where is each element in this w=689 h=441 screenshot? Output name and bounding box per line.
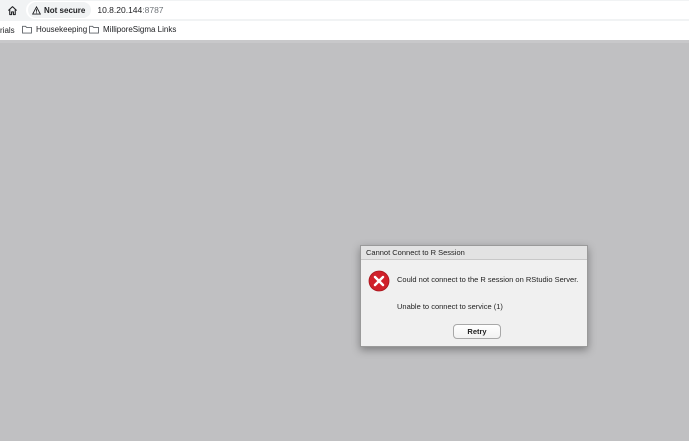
page-content-area bbox=[0, 40, 689, 441]
security-label: Not secure bbox=[44, 5, 86, 15]
omnibox[interactable]: Not secure 10.8.20.144:8787 bbox=[26, 1, 689, 19]
warning-triangle-icon bbox=[32, 5, 41, 15]
url-text[interactable]: 10.8.20.144:8787 bbox=[97, 5, 163, 15]
home-button[interactable] bbox=[5, 3, 20, 18]
url-port: :8787 bbox=[142, 5, 164, 15]
retry-button[interactable]: Retry bbox=[453, 324, 501, 339]
page-top-strip bbox=[0, 40, 689, 43]
bookmark-truncated[interactable]: rials bbox=[0, 26, 15, 35]
bookmark-label: MilliporeSigma Links bbox=[103, 25, 177, 34]
error-x-icon bbox=[368, 270, 390, 292]
bookmark-label: Housekeeping bbox=[36, 25, 88, 34]
error-message: Could not connect to the R session on RS… bbox=[397, 275, 579, 284]
address-bar-row: Not secure 10.8.20.144:8787 bbox=[0, 0, 689, 21]
folder-icon bbox=[89, 25, 99, 34]
url-host: 10.8.20.144 bbox=[97, 5, 143, 15]
home-icon bbox=[7, 6, 18, 16]
bookmark-housekeeping[interactable]: Housekeeping bbox=[22, 25, 87, 34]
dialog-title: Cannot Connect to R Session bbox=[361, 246, 587, 260]
connection-error-dialog: Cannot Connect to R Session Could not co… bbox=[360, 245, 588, 347]
folder-icon bbox=[22, 25, 32, 34]
error-detail: Unable to connect to service (1) bbox=[397, 302, 503, 311]
bookmark-milliporesigma-links[interactable]: MilliporeSigma Links bbox=[89, 25, 176, 34]
security-chip[interactable]: Not secure bbox=[28, 2, 92, 18]
bookmarks-bar: rials Housekeeping MilliporeSigma Links bbox=[0, 21, 689, 40]
